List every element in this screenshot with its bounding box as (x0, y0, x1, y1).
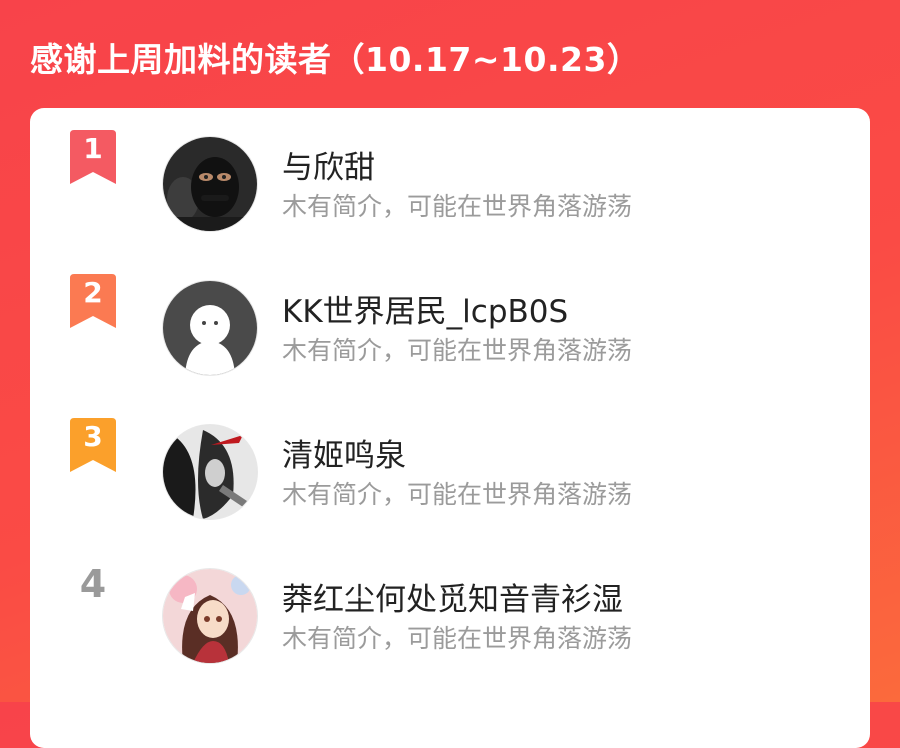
rank-badge-icon: 2 (70, 274, 116, 328)
reader-row-1[interactable]: 1 与欣甜 木有简介，可能在世界角落游荡 (30, 108, 870, 232)
reader-name[interactable]: 清姬鸣泉 (282, 430, 406, 475)
rank-number: 1 (83, 132, 103, 165)
anime-girl-avatar[interactable] (162, 568, 258, 664)
masked-person-avatar[interactable] (162, 136, 258, 232)
anime-dark-avatar[interactable] (162, 424, 258, 520)
reader-row-3[interactable]: 3 清姬鸣泉 木有简介，可能在世界角落游荡 (30, 396, 870, 520)
reader-row-4[interactable]: 4 莽红尘何处觅知音青衫湿 木有简介，可能在世界角落游荡 (30, 540, 870, 664)
rank-number: 2 (83, 276, 103, 309)
rank-number: 4 (79, 562, 107, 606)
rank-badge-icon: 1 (70, 130, 116, 184)
reader-intro: 木有简介，可能在世界角落游荡 (282, 336, 633, 365)
rank-badge-icon: 3 (70, 418, 116, 472)
reader-name[interactable]: 与欣甜 (282, 142, 375, 187)
reader-name[interactable]: KK世界居民_lcpB0S (282, 286, 568, 331)
reader-intro: 木有简介，可能在世界角落游荡 (282, 480, 633, 509)
reader-name[interactable]: 莽红尘何处觅知音青衫湿 (282, 574, 623, 619)
reader-list-card: 1 与欣甜 木有简介，可能在世界角落游荡 2 KK世界居民_lcpB0S 木有简… (30, 108, 870, 748)
rank-number: 3 (83, 420, 103, 453)
page-title: 感谢上周加料的读者（10.17~10.23） (30, 40, 641, 79)
reader-intro: 木有简介，可能在世界角落游荡 (282, 192, 633, 221)
reader-intro: 木有简介，可能在世界角落游荡 (282, 624, 633, 653)
default-ghost-avatar[interactable] (162, 280, 258, 376)
reader-row-2[interactable]: 2 KK世界居民_lcpB0S 木有简介，可能在世界角落游荡 (30, 252, 870, 376)
